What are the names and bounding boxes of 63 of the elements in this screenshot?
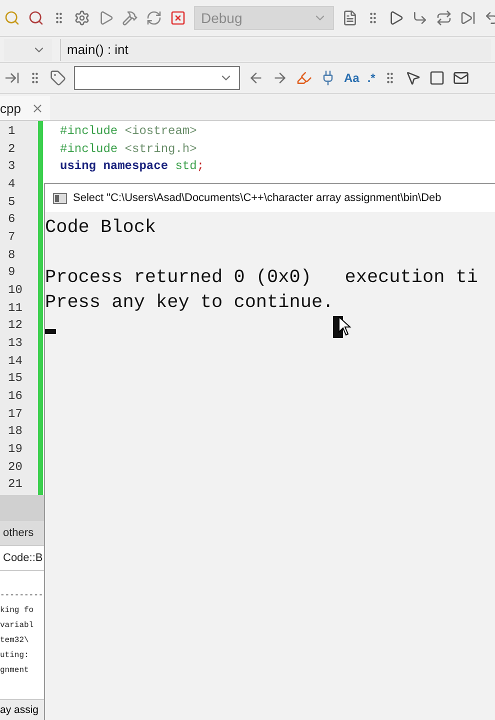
line-number: 4 <box>7 177 16 194</box>
search-icon[interactable] <box>4 10 20 26</box>
window-title: Select "C:\Users\Asad\Documents\C++\character array assignment\bin\Deb <box>73 192 442 204</box>
document-icon[interactable] <box>342 10 358 26</box>
debug-play-icon[interactable] <box>388 10 404 26</box>
line-number: 9 <box>7 265 16 282</box>
line-number: 8 <box>7 248 16 264</box>
line-number: 3 <box>7 159 16 176</box>
text-cursor <box>45 329 56 334</box>
line-number: 2 <box>7 142 16 158</box>
line-number: 11 <box>7 300 24 317</box>
hammer-icon[interactable] <box>122 10 138 26</box>
search-combo[interactable] <box>74 66 240 90</box>
code-line: using namespace std; <box>60 159 206 176</box>
log-line: gnment <box>0 666 30 677</box>
refresh-icon[interactable] <box>146 10 162 26</box>
regex-button[interactable]: .* <box>367 71 376 85</box>
line-number: 17 <box>7 406 24 423</box>
log-line: tem32\ <box>0 636 30 647</box>
line-number: 15 <box>7 371 24 388</box>
function-field[interactable]: main() : int <box>60 38 491 60</box>
stop-icon[interactable] <box>170 10 186 26</box>
jump-icon[interactable] <box>4 70 20 86</box>
console-icon <box>53 192 67 204</box>
line-number: 14 <box>7 354 24 370</box>
tab-label: cpp <box>0 100 21 116</box>
line-number: 19 <box>7 442 24 458</box>
console-line: Press any key to continue. <box>45 291 335 315</box>
step-icon[interactable] <box>412 10 428 26</box>
mouse-pointer-icon <box>338 316 352 336</box>
play-icon[interactable] <box>98 10 114 26</box>
line-number: 6 <box>7 212 16 228</box>
line-number: 20 <box>7 460 24 476</box>
settings-icon[interactable] <box>74 10 90 26</box>
line-number: 10 <box>7 283 24 300</box>
line-number: 12 <box>7 318 24 334</box>
highlighter-icon[interactable] <box>296 70 312 86</box>
console-line: Process returned 0 (0x0) execution ti <box>45 266 479 290</box>
log-line: variabl <box>0 621 35 632</box>
editor-tab[interactable]: cpp <box>0 96 50 120</box>
program-output: Code Block <box>45 216 158 240</box>
line-number: 7 <box>7 230 16 246</box>
code-line: #include <iostream> <box>60 124 198 140</box>
code-line: #include <string.h> <box>60 142 198 158</box>
envelope-icon[interactable] <box>453 70 470 86</box>
line-number: 18 <box>7 424 24 440</box>
line-number: 16 <box>7 389 24 406</box>
line-number: 21 <box>7 477 24 494</box>
line-number: 1 <box>7 124 16 140</box>
line-number: 5 <box>7 194 16 211</box>
find-icon[interactable] <box>28 10 44 26</box>
panel-header <box>0 495 44 521</box>
panel-tab[interactable]: others <box>0 521 44 546</box>
log-line: --------- <box>0 591 44 602</box>
line-number: 13 <box>7 336 24 352</box>
close-icon[interactable] <box>30 102 44 114</box>
log-line: uting: <box>0 651 30 662</box>
match-case-button[interactable]: Aa <box>344 71 360 85</box>
rectangle-icon[interactable] <box>429 70 446 86</box>
pointer-icon[interactable] <box>405 70 422 86</box>
log-line: king fo <box>0 606 35 617</box>
arrow-right-icon[interactable] <box>272 70 288 86</box>
status-text: ay assig <box>0 699 44 720</box>
